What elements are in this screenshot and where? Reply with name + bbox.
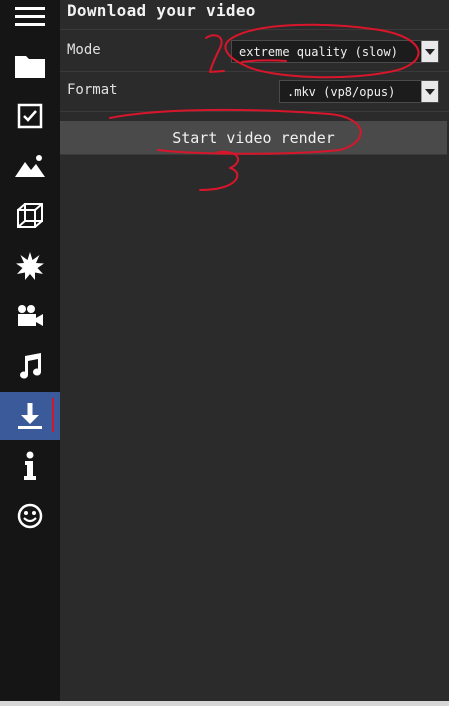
active-indicator [52, 398, 54, 432]
sidebar-item-3d[interactable] [0, 192, 60, 240]
folder-icon [15, 56, 45, 78]
info-icon [24, 451, 36, 480]
mode-select[interactable]: extreme quality (slow) [231, 40, 439, 63]
sidebar-item-about[interactable] [0, 492, 60, 540]
video-camera-icon [18, 305, 43, 326]
format-label: Format [67, 82, 118, 98]
sidebar-item-images[interactable] [0, 142, 60, 190]
image-mountains-icon [15, 155, 45, 177]
starburst-icon [16, 252, 44, 280]
menu-button[interactable] [0, 0, 60, 39]
cube-wireframe-icon [17, 203, 43, 228]
checkbox-icon [17, 103, 43, 129]
download-panel: Download your video Mode extreme quality… [60, 0, 449, 706]
sidebar-item-info[interactable] [0, 442, 60, 490]
mode-label: Mode [67, 42, 101, 58]
sidebar [0, 0, 60, 706]
sidebar-item-files[interactable] [0, 42, 60, 90]
chevron-down-icon [421, 41, 438, 62]
chevron-down-icon [421, 81, 438, 102]
format-select-value: .mkv (vp8/opus) [287, 84, 396, 99]
panel-title: Download your video [67, 1, 256, 20]
sidebar-item-tasks[interactable] [0, 92, 60, 140]
divider [60, 29, 449, 30]
music-note-icon [20, 353, 41, 379]
bottom-strip [0, 701, 449, 706]
download-icon [18, 403, 42, 429]
sidebar-item-download[interactable] [0, 392, 60, 440]
sidebar-item-video[interactable] [0, 292, 60, 340]
format-select[interactable]: .mkv (vp8/opus) [279, 80, 439, 103]
divider [60, 111, 449, 112]
smiley-icon [17, 503, 43, 529]
mode-select-value: extreme quality (slow) [239, 44, 398, 59]
sidebar-item-effects[interactable] [0, 242, 60, 290]
sidebar-item-audio[interactable] [0, 342, 60, 390]
menu-icon [15, 7, 45, 26]
start-render-button[interactable]: Start video render [60, 121, 447, 155]
divider [60, 71, 449, 72]
